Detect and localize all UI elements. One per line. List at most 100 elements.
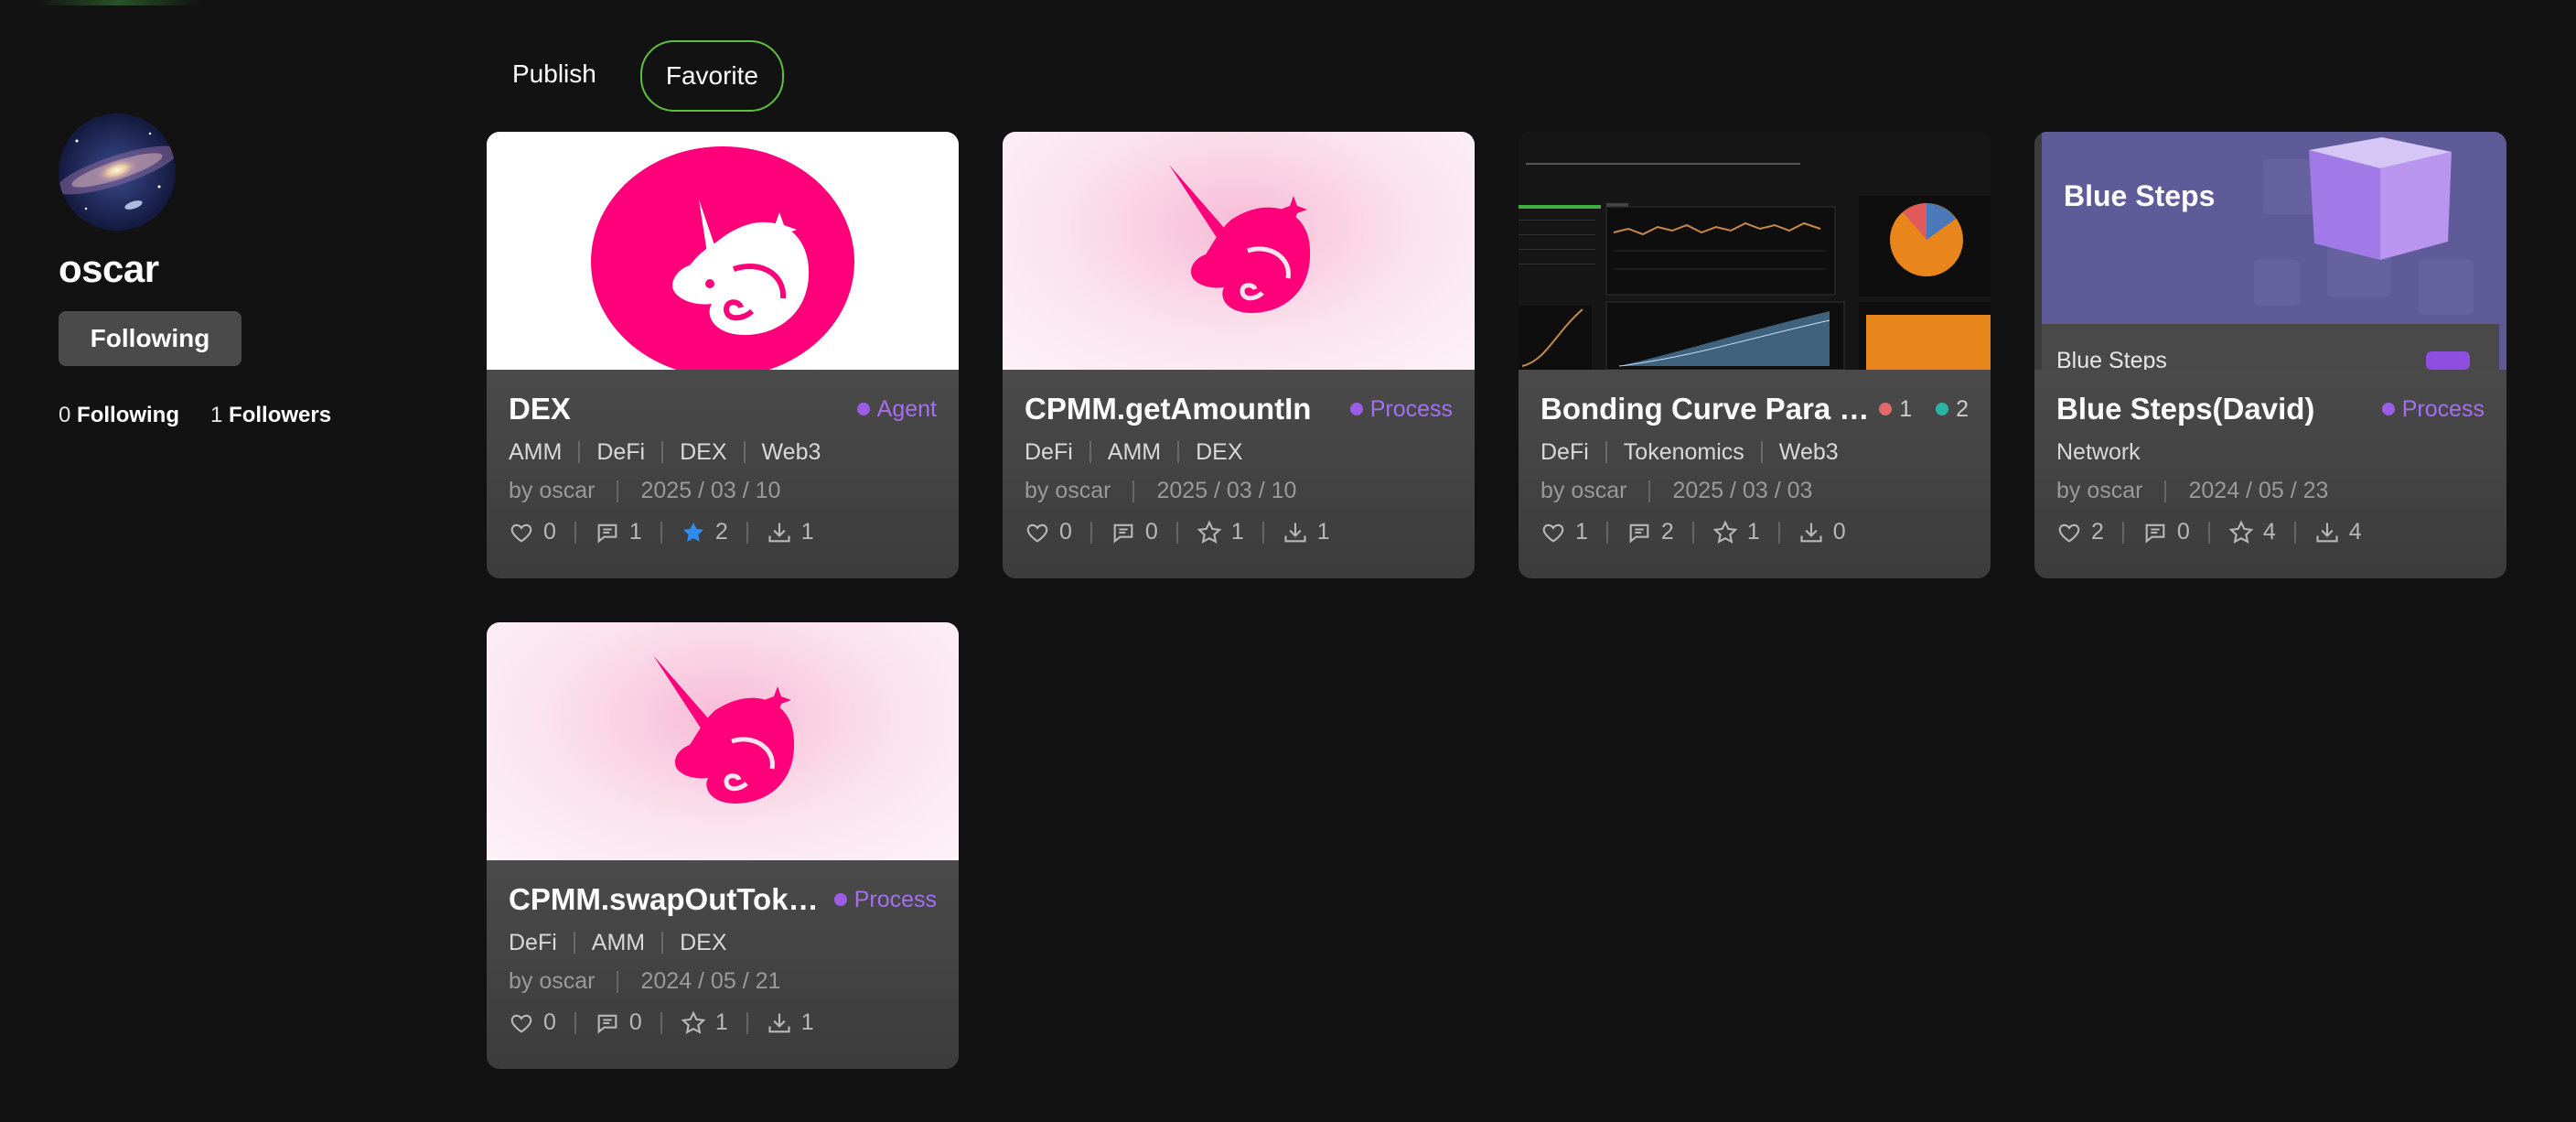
followers-count: 1: [210, 403, 223, 427]
type-badge: Process: [2381, 396, 2485, 423]
tag[interactable]: DeFi: [1540, 441, 1605, 464]
tag[interactable]: DeFi: [1025, 441, 1089, 464]
cover-caption: Blue Steps: [2056, 348, 2167, 370]
star-action[interactable]: 1: [1197, 519, 1244, 545]
download-action[interactable]: 0: [1798, 519, 1846, 545]
comment-icon: [2145, 523, 2165, 544]
date: 2025 / 03 / 10: [1156, 478, 1297, 503]
following-button[interactable]: Following: [59, 311, 242, 366]
date: 2025 / 03 / 03: [1672, 478, 1813, 503]
tag[interactable]: Network: [2056, 441, 2157, 464]
comment-icon: [597, 1014, 617, 1034]
download-action[interactable]: 4: [2314, 519, 2362, 545]
tag[interactable]: Web3: [743, 441, 838, 464]
tag[interactable]: DEX: [1177, 441, 1259, 464]
card-bonding-curve[interactable]: Bonding Curve Para E... 1 2 DeFi Tokenom…: [1519, 132, 1991, 578]
tag[interactable]: Tokenomics: [1605, 441, 1761, 464]
download-icon: [2316, 523, 2338, 542]
card-thumbnail: [1003, 132, 1475, 370]
star-action[interactable]: 2: [681, 519, 728, 545]
followers-label: Followers: [229, 403, 332, 427]
tag[interactable]: DEX: [661, 932, 743, 955]
tag[interactable]: DEX: [661, 441, 743, 464]
like-action[interactable]: 1: [1540, 519, 1588, 545]
author[interactable]: by oscar: [1540, 478, 1626, 504]
author[interactable]: by oscar: [2056, 478, 2142, 504]
following-stat[interactable]: 0 Following: [59, 403, 179, 428]
tag[interactable]: AMM: [1089, 441, 1177, 464]
download-icon: [1800, 523, 1822, 542]
like-action[interactable]: 0: [1025, 519, 1072, 545]
card-actions: 2 0 4 4: [2056, 519, 2485, 545]
date: 2024 / 05 / 23: [2188, 478, 2329, 503]
card-actions: 1 2 1 0: [1540, 519, 1969, 545]
card-meta: by oscar 2025 / 03 / 10: [509, 478, 937, 504]
card-meta: by oscar 2024 / 05 / 23: [2056, 478, 2485, 504]
card-thumbnail: Blue Steps Blue Steps: [2034, 132, 2506, 370]
heart-icon: [510, 523, 532, 543]
card-thumbnail: [487, 132, 959, 370]
following-count: 0: [59, 403, 71, 427]
galaxy-image: [59, 113, 176, 231]
content-tabs: Publish Favorite: [487, 40, 802, 112]
tag[interactable]: AMM: [509, 441, 578, 464]
like-action[interactable]: 2: [2056, 519, 2104, 545]
star-action[interactable]: 1: [681, 1009, 728, 1036]
author[interactable]: by oscar: [509, 478, 595, 504]
comment-action[interactable]: 0: [1111, 519, 1158, 545]
download-action[interactable]: 1: [767, 519, 814, 545]
card-meta: by oscar 2024 / 05 / 21: [509, 968, 937, 995]
card-cpmm-swapouttoken[interactable]: CPMM.swapOutToken Process DeFi AMM DEX b…: [487, 622, 959, 1069]
author[interactable]: by oscar: [1025, 478, 1111, 504]
uniswap-logo-icon: [1169, 165, 1311, 313]
card-actions: 0 0 1 1: [509, 1009, 937, 1036]
date: 2025 / 03 / 10: [640, 478, 781, 503]
follow-stats: 0 Following 1 Followers: [59, 403, 424, 428]
star-action[interactable]: 4: [2228, 519, 2276, 545]
comment-action[interactable]: 0: [595, 1009, 642, 1036]
card-title: Blue Steps(David): [2056, 392, 2315, 426]
date: 2024 / 05 / 21: [640, 968, 781, 994]
card-blue-steps[interactable]: Blue Steps Blue Steps Blue Steps(David) …: [2034, 132, 2506, 578]
star-icon: [1712, 520, 1738, 544]
heart-icon: [2058, 523, 2080, 543]
star-filled-icon: [682, 522, 703, 542]
profile-panel: oscar Following 0 Following 1 Followers: [59, 113, 424, 428]
following-label: Following: [77, 403, 180, 427]
card-tags: DeFi AMM DEX: [509, 932, 937, 955]
tab-favorite[interactable]: Favorite: [639, 40, 784, 112]
star-action[interactable]: 1: [1712, 519, 1760, 545]
tag[interactable]: Web3: [1760, 441, 1855, 464]
card-tags: AMM DeFi DEX Web3: [509, 441, 937, 464]
comment-action[interactable]: 1: [595, 519, 642, 545]
tag[interactable]: AMM: [573, 932, 661, 955]
author[interactable]: by oscar: [509, 968, 595, 995]
download-icon: [1284, 523, 1306, 542]
like-action[interactable]: 0: [509, 519, 556, 545]
heart-icon: [510, 1014, 532, 1033]
tag[interactable]: DeFi: [509, 932, 574, 955]
uniswap-logo-icon: [653, 655, 795, 804]
card-tags: DeFi Tokenomics Web3: [1540, 441, 1969, 464]
comment-action[interactable]: 2: [1626, 519, 1674, 545]
card-tags: Network: [2056, 441, 2485, 464]
cover-title: Blue Steps: [2064, 179, 2216, 212]
blue-steps-cover: [2034, 132, 2499, 370]
comment-icon: [1629, 523, 1649, 544]
comment-action[interactable]: 0: [2142, 519, 2190, 545]
type-badge: Process: [833, 887, 937, 913]
tag[interactable]: DeFi: [578, 441, 661, 464]
tab-publish[interactable]: Publish: [487, 40, 622, 108]
heart-icon: [1542, 523, 1564, 543]
followers-stat[interactable]: 1 Followers: [210, 403, 331, 428]
download-action[interactable]: 1: [767, 1009, 814, 1036]
card-dex[interactable]: DEX Agent AMM DeFi DEX Web3 by oscar 202…: [487, 132, 959, 578]
like-action[interactable]: 0: [509, 1009, 556, 1036]
card-cpmm-getamountin[interactable]: CPMM.getAmountIn Process DeFi AMM DEX by…: [1003, 132, 1475, 578]
card-title: CPMM.getAmountIn: [1025, 392, 1312, 426]
card-meta: by oscar 2025 / 03 / 03: [1540, 478, 1969, 504]
star-icon: [1197, 520, 1222, 544]
avatar[interactable]: [59, 113, 176, 231]
card-actions: 0 1 2 1: [509, 519, 937, 545]
download-action[interactable]: 1: [1283, 519, 1330, 545]
